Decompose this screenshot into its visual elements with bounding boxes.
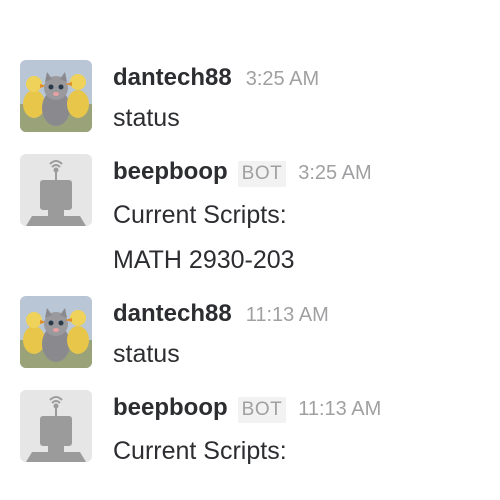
username[interactable]: beepboop — [113, 158, 228, 186]
username[interactable]: dantech88 — [113, 300, 232, 328]
message-header: dantech88 11:13 AM — [113, 300, 329, 328]
message-header: beepboop BOT 11:13 AM — [113, 394, 381, 423]
robot-avatar-icon — [20, 390, 92, 462]
timestamp[interactable]: 11:13 AM — [246, 304, 329, 327]
bot-avatar[interactable] — [20, 390, 92, 462]
timestamp[interactable]: 3:25 AM — [246, 68, 319, 91]
message-text: MATH 2930-203 — [113, 246, 295, 274]
bot-badge: BOT — [237, 161, 287, 187]
username[interactable]: beepboop — [113, 394, 228, 422]
robot-avatar-icon — [20, 154, 92, 226]
timestamp[interactable]: 3:25 AM — [298, 162, 371, 185]
message-header: beepboop BOT 3:25 AM — [113, 158, 372, 187]
username[interactable]: dantech88 — [113, 64, 232, 92]
kitten-ducklings-avatar-icon — [20, 296, 92, 368]
kitten-ducklings-avatar-icon — [20, 60, 92, 132]
bot-badge: BOT — [237, 397, 287, 423]
message-text: Current Scripts: — [113, 437, 287, 465]
timestamp[interactable]: 11:13 AM — [298, 398, 381, 421]
user-avatar[interactable] — [20, 296, 92, 368]
user-avatar[interactable] — [20, 60, 92, 132]
bot-avatar[interactable] — [20, 154, 92, 226]
message-text: status — [113, 340, 180, 368]
message-text: Current Scripts: — [113, 201, 287, 229]
message-text: status — [113, 104, 180, 132]
message-header: dantech88 3:25 AM — [113, 64, 319, 92]
